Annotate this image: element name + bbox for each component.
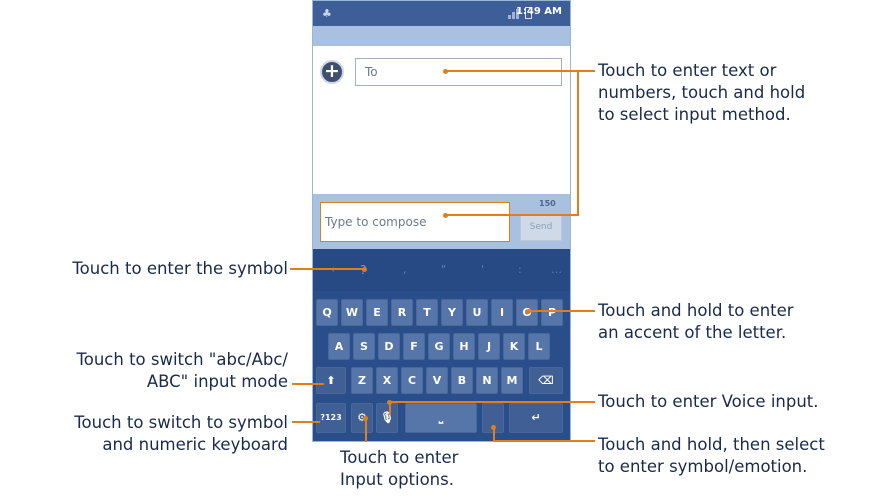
- key-a[interactable]: A: [328, 333, 350, 360]
- symbol-key[interactable]: ,: [403, 263, 407, 276]
- enter-icon: ↵: [531, 411, 541, 424]
- to-field[interactable]: To: [355, 58, 562, 86]
- callout-line: [290, 268, 364, 270]
- callout-accent: Touch and hold to enter an accent of the…: [598, 301, 794, 342]
- key-v[interactable]: V: [426, 367, 448, 394]
- key-r[interactable]: R: [391, 299, 413, 326]
- backspace-key[interactable]: ⌫: [529, 367, 563, 394]
- compose-field[interactable]: Type to compose: [320, 202, 510, 242]
- callout-input-method: Touch to enter text or numbers, touch an…: [598, 61, 806, 124]
- key-n[interactable]: N: [476, 367, 498, 394]
- android-icon: ♣: [322, 7, 332, 20]
- numeric-keyboard-key[interactable]: ?123: [316, 403, 346, 433]
- key-x[interactable]: X: [376, 367, 398, 394]
- key-z[interactable]: Z: [351, 367, 373, 394]
- callout-line: [389, 401, 595, 403]
- symbol-key[interactable]: …: [551, 263, 562, 276]
- key-d[interactable]: D: [378, 333, 400, 360]
- space-icon: ⎵: [438, 411, 444, 424]
- key-u[interactable]: U: [466, 299, 488, 326]
- key-s[interactable]: S: [353, 333, 375, 360]
- key-y[interactable]: Y: [441, 299, 463, 326]
- space-key[interactable]: ⎵: [405, 403, 477, 433]
- callout-line: [389, 401, 391, 415]
- shift-key[interactable]: ⬆: [316, 367, 346, 394]
- phone-screen: ♣ 1:49 AM + To Type to compose 150 Send …: [312, 0, 571, 442]
- symbol-key[interactable]: ': [481, 263, 484, 276]
- callout-line: [292, 421, 320, 423]
- key-g[interactable]: G: [428, 333, 450, 360]
- key-c[interactable]: C: [401, 367, 423, 394]
- key-f[interactable]: F: [403, 333, 425, 360]
- key-m[interactable]: M: [501, 367, 523, 394]
- callout-emotion: Touch and hold, then select to enter sym…: [598, 435, 825, 476]
- key-b[interactable]: B: [451, 367, 473, 394]
- callout-line: [528, 310, 595, 312]
- input-options-key[interactable]: ⚙: [351, 403, 373, 433]
- key-j[interactable]: J: [478, 333, 500, 360]
- compose-placeholder: Type to compose: [325, 215, 427, 229]
- callout-line: [578, 70, 595, 72]
- status-time: 1:49 AM: [515, 6, 562, 17]
- key-q[interactable]: Q: [316, 299, 338, 326]
- enter-key[interactable]: ↵: [509, 403, 563, 433]
- callout-dot: [362, 267, 367, 272]
- compose-bar: Type to compose 150 Send: [313, 194, 570, 249]
- character-count: 150: [539, 199, 556, 208]
- shift-icon: ⬆: [326, 374, 336, 387]
- callout-line: [493, 440, 595, 442]
- voice-input-key[interactable]: 🎙: [376, 403, 398, 433]
- title-bar: [313, 26, 570, 46]
- key-k[interactable]: K: [503, 333, 525, 360]
- send-button[interactable]: Send: [520, 214, 562, 241]
- backspace-icon: ⌫: [538, 374, 554, 387]
- callout-symbol: Touch to enter the symbol: [72, 259, 288, 278]
- key-t[interactable]: T: [416, 299, 438, 326]
- mic-icon: 🎙: [380, 411, 394, 424]
- callout-line: [445, 70, 578, 72]
- key-e[interactable]: E: [366, 299, 388, 326]
- symbol-key[interactable]: ": [441, 263, 446, 276]
- callout-input-mode: Touch to switch "abc/Abc/ ABC" input mod…: [76, 350, 288, 391]
- symbol-key[interactable]: :: [518, 263, 522, 276]
- key-h[interactable]: H: [453, 333, 475, 360]
- key-l[interactable]: L: [528, 333, 550, 360]
- callout-line: [445, 214, 579, 216]
- status-bar: ♣ 1:49 AM: [313, 1, 570, 26]
- callout-line: [365, 418, 367, 442]
- keyboard: ← ? , " ' : … Q W E R T Y U I O P A S D …: [313, 249, 570, 441]
- callout-input-options: Touch to enter Input options.: [340, 448, 459, 489]
- callout-line: [577, 70, 579, 216]
- key-w[interactable]: W: [341, 299, 363, 326]
- recipient-area: + To: [313, 46, 570, 194]
- symbol-row: ← ? , " ' : …: [313, 249, 570, 291]
- key-i[interactable]: I: [491, 299, 513, 326]
- callout-numeric: Touch to switch to symbol and numeric ke…: [74, 413, 288, 454]
- key-p[interactable]: P: [541, 299, 563, 326]
- callout-line: [292, 383, 324, 385]
- to-field-placeholder: To: [365, 65, 378, 79]
- add-contact-icon[interactable]: +: [320, 60, 344, 84]
- callout-voice: Touch to enter Voice input.: [598, 392, 819, 411]
